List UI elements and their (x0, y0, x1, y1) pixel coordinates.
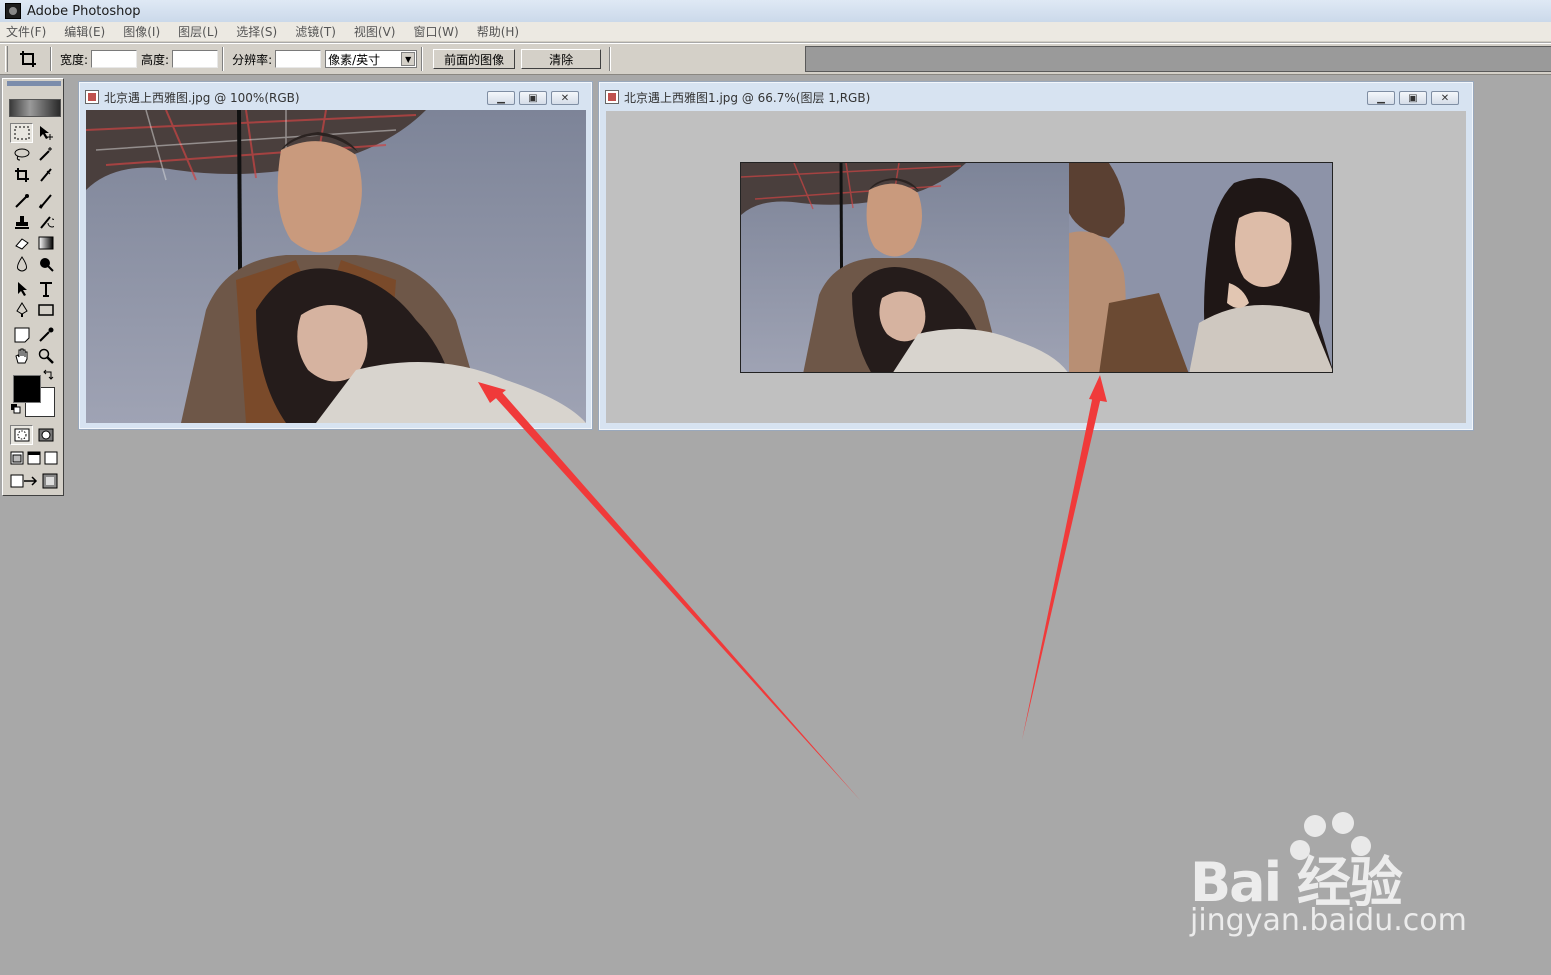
height-label: 高度: (141, 52, 170, 67)
eyedropper-icon[interactable] (34, 325, 57, 345)
arrow-1 (478, 382, 860, 800)
resolution-unit-select[interactable]: 像素/英寸 ▼ (325, 50, 418, 68)
move-icon[interactable] (34, 123, 57, 143)
history-brush-icon[interactable] (34, 212, 57, 232)
eraser-icon[interactable] (10, 233, 33, 253)
imageready-icon[interactable] (40, 471, 60, 491)
height-input[interactable] (172, 50, 219, 68)
menu-filter[interactable]: 滤镜(T) (293, 23, 338, 40)
menu-edit[interactable]: 编辑(E) (62, 23, 107, 40)
crop-icon[interactable] (10, 165, 33, 185)
document-title-2: 北京遇上西雅图1.jpg @ 66.7%(图层 1,RGB) (624, 90, 871, 105)
right-photo (1069, 163, 1332, 372)
zoom-icon[interactable] (34, 346, 57, 366)
photo-canvas-1[interactable] (86, 110, 586, 423)
baidu-jingyan-watermark: Bai 经验 jingyan.baidu.com (1190, 808, 1490, 948)
full-screen-icon[interactable] (42, 448, 60, 468)
clone-stamp-icon[interactable] (10, 212, 33, 232)
minimize-icon[interactable]: ▁ (487, 91, 515, 105)
width-label: 宽度: (60, 52, 89, 67)
maximize-icon[interactable]: ▣ (519, 91, 547, 105)
menu-select[interactable]: 选择(S) (234, 23, 279, 40)
rectangle-shape-icon[interactable] (34, 300, 57, 320)
watermark-url: jingyan.baidu.com (1190, 903, 1467, 938)
full-screen-menu-icon[interactable] (25, 448, 43, 468)
maximize-icon[interactable]: ▣ (1399, 91, 1427, 105)
standard-screen-icon[interactable] (8, 448, 26, 468)
close-icon[interactable]: ✕ (1431, 91, 1459, 105)
document-titlebar-1[interactable]: 北京遇上西雅图.jpg @ 100%(RGB) (85, 88, 300, 106)
left-photo (741, 163, 1069, 372)
window-controls-1: ▁ ▣ ✕ (487, 91, 579, 105)
resolution-label: 分辨率: (232, 52, 273, 67)
document-icon (605, 90, 619, 104)
default-colors-icon[interactable] (10, 403, 22, 415)
foreground-color-swatch[interactable] (13, 375, 41, 403)
app-title: Adobe Photoshop (27, 3, 141, 19)
clear-button[interactable]: 清除 (521, 49, 602, 69)
minimize-icon[interactable]: ▁ (1367, 91, 1395, 105)
resolution-input[interactable] (275, 50, 322, 68)
airbrush-icon[interactable] (10, 191, 33, 211)
menu-bar: 文件(F) 编辑(E) 图像(I) 图层(L) 选择(S) 滤镜(T) 视图(V… (0, 22, 1551, 42)
gradient-icon[interactable] (34, 233, 57, 253)
jump-to-imageready-icon[interactable] (8, 471, 42, 491)
document-title-1: 北京遇上西雅图.jpg @ 100%(RGB) (104, 90, 300, 105)
menu-file[interactable]: 文件(F) (4, 23, 48, 40)
resolution-unit-value: 像素/英寸 (328, 52, 381, 67)
standard-mode-icon[interactable] (10, 425, 33, 445)
separator (421, 47, 424, 71)
hand-icon[interactable] (10, 346, 33, 366)
type-icon[interactable] (34, 279, 57, 299)
photo-canvas-2[interactable] (740, 162, 1333, 373)
palette-well[interactable] (805, 46, 1551, 72)
menu-view[interactable]: 视图(V) (352, 23, 398, 40)
document-icon (85, 90, 99, 104)
rect-marquee-icon[interactable] (10, 123, 33, 143)
document-window-2[interactable]: 北京遇上西雅图1.jpg @ 66.7%(图层 1,RGB) ▁ ▣ ✕ (598, 81, 1474, 431)
photoshop-app-icon (5, 3, 21, 19)
chevron-down-icon[interactable]: ▼ (401, 52, 416, 66)
blur-icon[interactable] (10, 254, 33, 274)
options-bar-grip[interactable] (5, 46, 8, 72)
pen-icon[interactable] (10, 300, 33, 320)
separator (222, 47, 225, 71)
app-titlebar: Adobe Photoshop (0, 0, 1551, 22)
menu-help[interactable]: 帮助(H) (475, 23, 521, 40)
window-controls-2: ▁ ▣ ✕ (1367, 91, 1459, 105)
menu-layer[interactable]: 图层(L) (176, 23, 220, 40)
document-titlebar-2[interactable]: 北京遇上西雅图1.jpg @ 66.7%(图层 1,RGB) (605, 88, 870, 106)
separator (609, 47, 612, 71)
separator (50, 47, 52, 71)
dodge-icon[interactable] (34, 254, 57, 274)
front-image-button[interactable]: 前面的图像 (433, 49, 516, 69)
close-icon[interactable]: ✕ (551, 91, 579, 105)
menu-image[interactable]: 图像(I) (121, 23, 162, 40)
path-select-icon[interactable] (10, 279, 33, 299)
toolbox (2, 78, 64, 496)
document-window-1[interactable]: 北京遇上西雅图.jpg @ 100%(RGB) ▁ ▣ ✕ (78, 81, 593, 430)
width-input[interactable] (91, 50, 138, 68)
crop-icon[interactable] (16, 47, 40, 71)
slice-icon[interactable] (34, 165, 57, 185)
menu-window[interactable]: 窗口(W) (411, 23, 460, 40)
notes-icon[interactable] (10, 325, 33, 345)
swap-colors-icon[interactable] (41, 369, 55, 381)
toolbox-titlebar[interactable] (7, 81, 61, 86)
brush-icon[interactable] (34, 191, 57, 211)
lasso-icon[interactable] (10, 144, 33, 164)
magic-wand-icon[interactable] (34, 144, 57, 164)
quick-mask-icon[interactable] (34, 425, 57, 445)
photoshop-eye-logo[interactable] (9, 99, 61, 117)
canvas-area-2[interactable] (606, 111, 1466, 423)
